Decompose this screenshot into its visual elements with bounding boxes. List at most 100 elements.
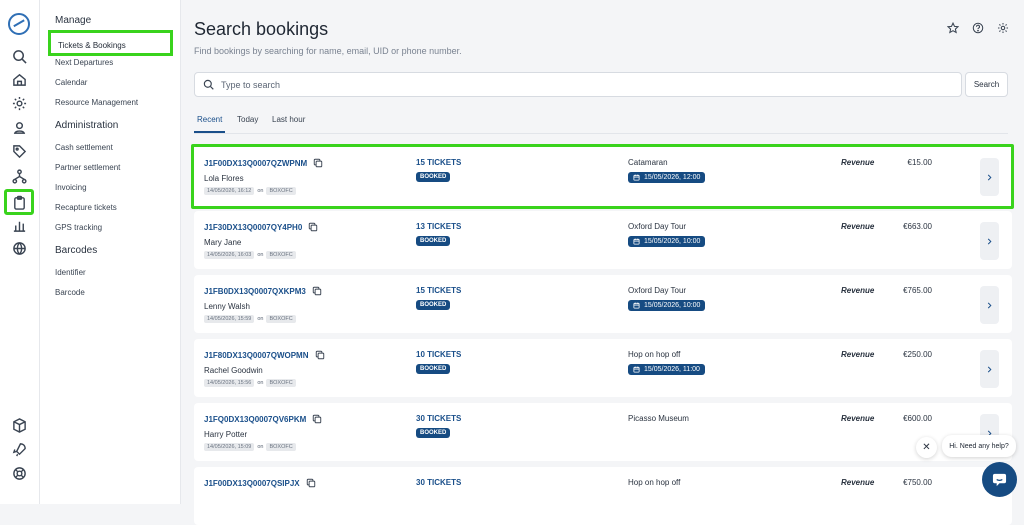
tab-today[interactable]: Today	[237, 115, 258, 133]
revenue-value: €663.00	[903, 222, 932, 231]
booking-uid[interactable]: J1FQ0DX13Q0007QV6PKM	[204, 414, 322, 424]
tab-last-hour[interactable]: Last hour	[272, 115, 305, 133]
created-date: 14/05/2026, 15:56	[204, 379, 255, 387]
booking-meta: 14/05/2026, 15:59 on BOXOFC	[204, 315, 296, 323]
departure-badge: 15/05/2026, 10:00	[628, 236, 706, 247]
customer-name: Lola Flores	[204, 174, 244, 183]
nav-invoicing[interactable]: Invoicing	[55, 183, 87, 192]
section-administration: Administration	[55, 120, 119, 131]
open-booking-button[interactable]	[980, 158, 999, 196]
customer-name: Mary Jane	[204, 238, 242, 247]
channel-badge: BOXOFC	[266, 315, 296, 323]
star-icon[interactable]	[946, 21, 960, 35]
search-input[interactable]	[221, 79, 941, 90]
revenue-label: Revenue	[841, 350, 875, 359]
revenue-value: €765.00	[903, 286, 932, 295]
main-content: Search bookings Find bookings by searchi…	[181, 0, 1024, 525]
open-booking-button[interactable]	[980, 350, 999, 388]
calendar-icon	[633, 366, 640, 373]
chat-launcher-button[interactable]	[982, 462, 1017, 497]
copy-icon[interactable]	[308, 222, 318, 232]
open-booking-button[interactable]	[980, 222, 999, 260]
booking-card[interactable]: J1F00DX13Q0007QZWPNM Lola Flores 14/05/2…	[191, 144, 1014, 209]
revenue-label: Revenue	[841, 158, 875, 167]
ticket-count: 30 TICKETS	[416, 478, 462, 487]
product-name: Hop on hop off	[628, 350, 681, 359]
departure-badge: 15/05/2026, 10:00	[628, 300, 706, 311]
help-icon[interactable]	[971, 21, 985, 35]
copy-icon[interactable]	[312, 286, 322, 296]
nav-recapture-tickets[interactable]: Recapture tickets	[55, 203, 117, 212]
booking-uid[interactable]: J1F80DX13Q0007QWOPMN	[204, 350, 325, 360]
product-name: Oxford Day Tour	[628, 286, 687, 295]
nav-calendar[interactable]: Calendar	[55, 78, 87, 87]
user-pin-icon[interactable]	[8, 116, 30, 138]
copy-icon[interactable]	[315, 350, 325, 360]
created-date: 14/05/2026, 16:12	[204, 187, 255, 195]
nav-gps-tracking[interactable]: GPS tracking	[55, 223, 102, 232]
revenue-label: Revenue	[841, 478, 875, 487]
booking-card[interactable]: J1F00DX13Q0007QSIPJX 30 TICKETS Hop on h…	[194, 467, 1012, 525]
globe-icon[interactable]	[8, 237, 30, 259]
logo-icon[interactable]	[8, 13, 30, 35]
booking-card[interactable]: J1FB0DX13Q0007QXKPM3 Lenny Walsh 14/05/2…	[194, 275, 1012, 333]
revenue-label: Revenue	[841, 286, 875, 295]
chat-greeting[interactable]: Hi. Need any help?	[942, 435, 1016, 457]
created-date: 14/05/2026, 16:03	[204, 251, 255, 259]
nav-next-departures[interactable]: Next Departures	[55, 58, 113, 67]
copy-icon[interactable]	[306, 478, 316, 488]
departure-badge: 15/05/2026, 12:00	[628, 172, 706, 183]
nav-partner-settlement[interactable]: Partner settlement	[55, 163, 120, 172]
nav-identifier[interactable]: Identifier	[55, 268, 86, 277]
chevron-right-icon	[987, 174, 992, 180]
chevron-right-icon	[987, 302, 992, 308]
search-button[interactable]: Search	[965, 72, 1008, 97]
nav-resource-management[interactable]: Resource Management	[55, 98, 138, 107]
created-date: 14/05/2026, 15:09	[204, 443, 255, 451]
ticket-count: 15 TICKETS	[416, 158, 462, 167]
box-icon[interactable]	[8, 414, 30, 436]
revenue-value: €600.00	[903, 414, 932, 423]
clipboard-icon[interactable]	[4, 189, 34, 215]
lifebuoy-icon[interactable]	[8, 462, 30, 484]
booking-meta: 14/05/2026, 15:56 on BOXOFC	[204, 379, 296, 387]
booking-uid[interactable]: J1F00DX13Q0007QSIPJX	[204, 478, 316, 488]
home-icon[interactable]	[8, 68, 30, 90]
rocket-icon[interactable]	[8, 438, 30, 460]
status-badge: BOOKED	[416, 172, 451, 182]
gear-icon[interactable]	[8, 92, 30, 114]
calendar-icon	[633, 302, 640, 309]
nav-cash-settlement[interactable]: Cash settlement	[55, 143, 113, 152]
customer-name: Harry Potter	[204, 430, 248, 439]
booking-uid[interactable]: J1FB0DX13Q0007QXKPM3	[204, 286, 322, 296]
tag-icon[interactable]	[8, 140, 30, 162]
channel-badge: BOXOFC	[266, 251, 296, 259]
revenue-label: Revenue	[841, 222, 875, 231]
chat-close-button[interactable]: ✕	[916, 437, 937, 458]
page-title: Search bookings	[194, 19, 329, 39]
bar-chart-icon[interactable]	[8, 214, 30, 236]
settings-gear-icon[interactable]	[996, 21, 1010, 35]
header-actions	[946, 21, 1010, 35]
copy-icon[interactable]	[312, 414, 322, 424]
icon-rail	[0, 0, 40, 504]
status-badge: BOOKED	[416, 364, 451, 374]
product-name: Catamaran	[628, 158, 668, 167]
booking-card[interactable]: J1F30DX13Q0007QY4PH0 Mary Jane 14/05/202…	[194, 211, 1012, 269]
ticket-count: 30 TICKETS	[416, 414, 462, 423]
booking-card[interactable]: J1FQ0DX13Q0007QV6PKM Harry Potter 14/05/…	[194, 403, 1012, 461]
revenue-value: €250.00	[903, 350, 932, 359]
tab-recent[interactable]: Recent	[194, 115, 226, 133]
revenue-label: Revenue	[841, 414, 875, 423]
nav-tickets-bookings[interactable]: Tickets & Bookings	[48, 30, 173, 56]
network-icon[interactable]	[8, 165, 30, 187]
copy-icon[interactable]	[313, 158, 323, 168]
ticket-count: 10 TICKETS	[416, 350, 462, 359]
booking-uid[interactable]: J1F30DX13Q0007QY4PH0	[204, 222, 318, 232]
booking-uid[interactable]: J1F00DX13Q0007QZWPNM	[204, 158, 323, 168]
open-booking-button[interactable]	[980, 286, 999, 324]
search-icon[interactable]	[8, 45, 30, 67]
booking-card[interactable]: J1F80DX13Q0007QWOPMN Rachel Goodwin 14/0…	[194, 339, 1012, 397]
calendar-icon	[633, 238, 640, 245]
nav-barcode[interactable]: Barcode	[55, 288, 85, 297]
